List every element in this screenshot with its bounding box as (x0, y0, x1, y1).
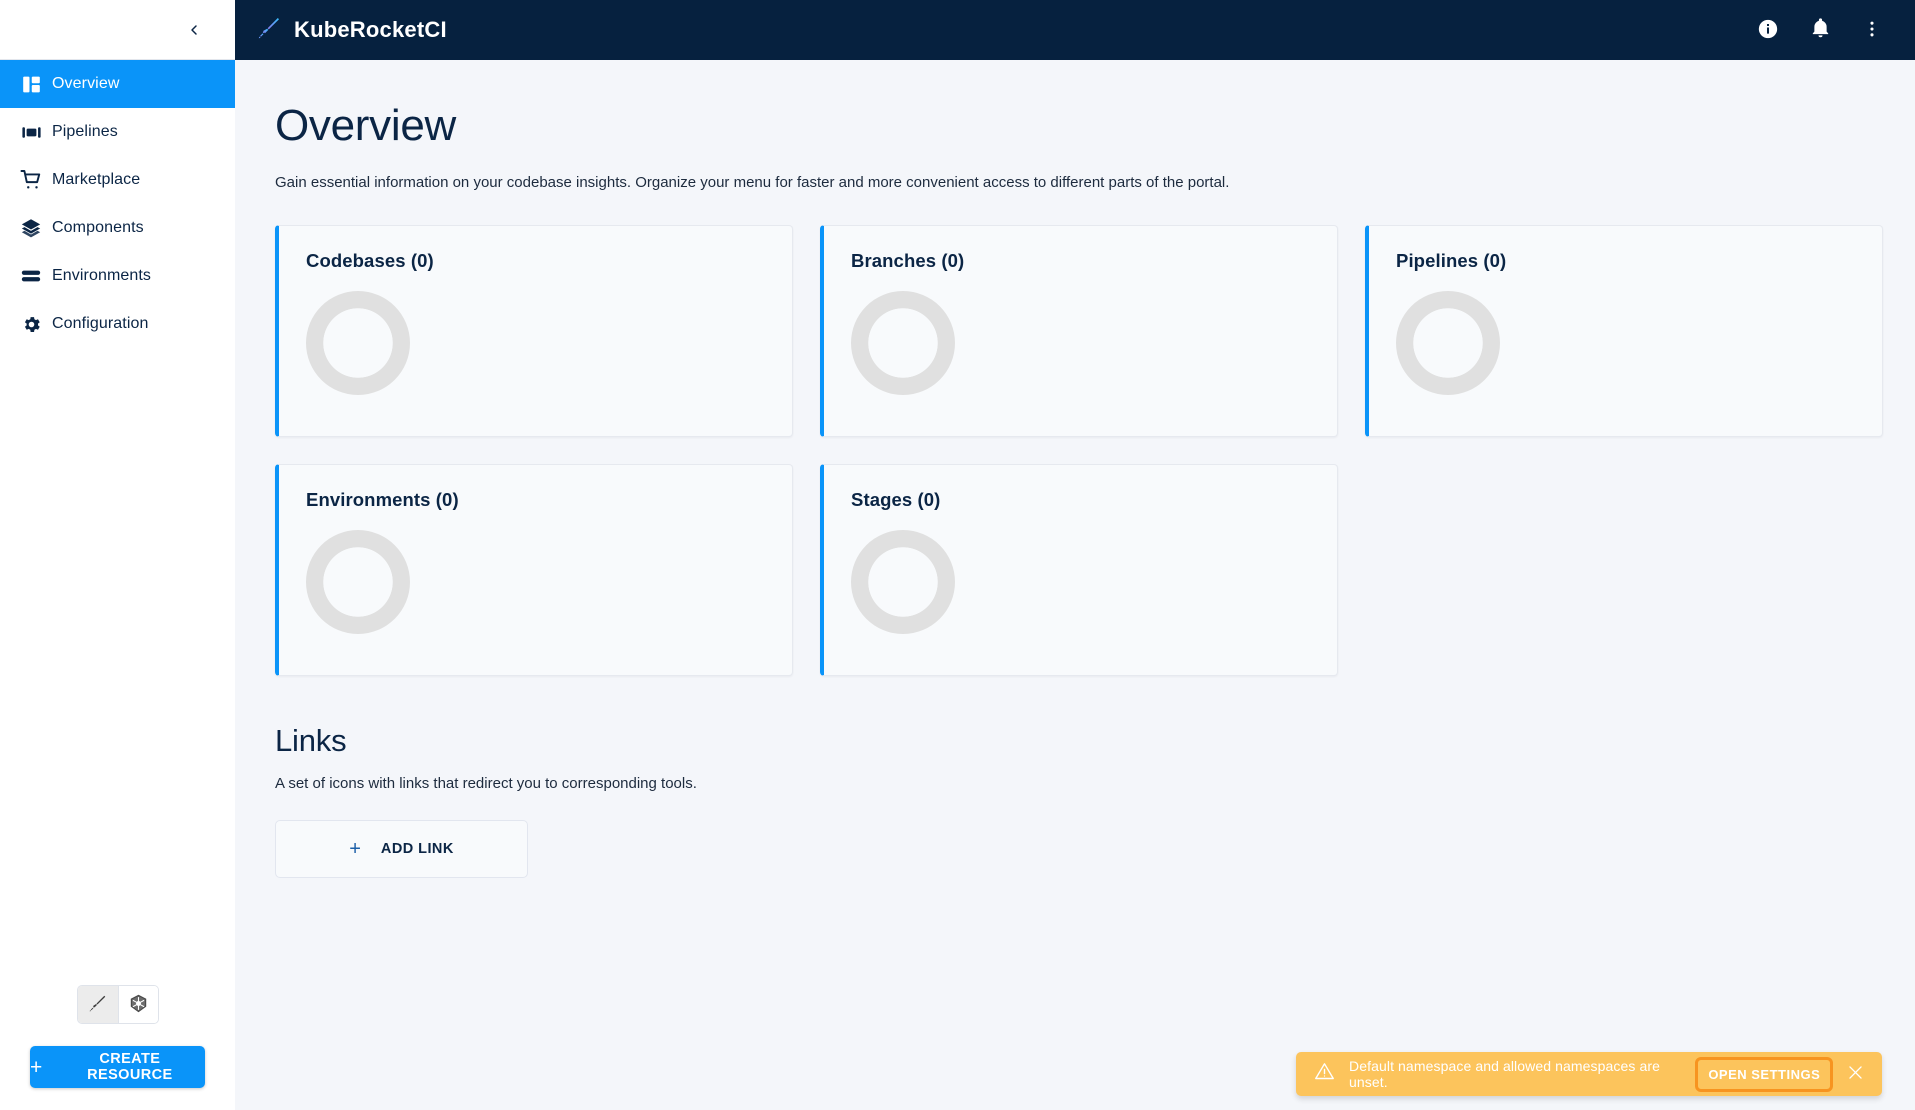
stat-card-title: Environments (0) (306, 489, 792, 511)
info-circle-icon (1757, 18, 1779, 43)
stat-card-title: Stages (0) (851, 489, 1337, 511)
stat-card-stages[interactable]: Stages (0) (820, 464, 1338, 676)
shopping-cart-icon (10, 169, 52, 191)
close-x-icon (1846, 1063, 1865, 1085)
stat-card-codebases[interactable]: Codebases (0) (275, 225, 793, 437)
notifications-button[interactable] (1807, 17, 1833, 43)
overview-cards-grid: Codebases (0) Branches (0) Pipelines (0)… (275, 225, 1883, 676)
sidebar-item-label: Environments (52, 267, 151, 285)
links-section-subtitle: A set of icons with links that redirect … (275, 775, 1915, 792)
right-column: KubeRocketCI (235, 0, 1915, 1110)
topbar: KubeRocketCI (235, 0, 1915, 60)
plus-icon: + (349, 839, 361, 859)
donut-chart-empty (306, 530, 410, 634)
sidebar-item-configuration[interactable]: Configuration (0, 300, 235, 348)
sidebar-nav: Overview Pipelines Marketplace Component… (0, 60, 235, 985)
brand[interactable]: KubeRocketCI (257, 16, 447, 45)
open-settings-button[interactable]: OPEN SETTINGS (1699, 1061, 1829, 1088)
stat-card-title: Branches (0) (851, 250, 1337, 272)
main-content: Overview Gain essential information on y… (235, 60, 1915, 1110)
kubernetes-icon (129, 994, 148, 1016)
layers-icon (10, 217, 52, 239)
cluster-toggle-group (77, 985, 159, 1024)
donut-chart-empty (306, 291, 410, 395)
gear-icon (10, 314, 52, 335)
stat-card-environments[interactable]: Environments (0) (275, 464, 793, 676)
donut-chart-empty (1396, 291, 1500, 395)
sidebar-collapse-button[interactable] (179, 15, 209, 45)
bell-icon (1810, 18, 1831, 42)
sidebar-item-overview[interactable]: Overview (0, 60, 235, 108)
info-button[interactable] (1755, 17, 1781, 43)
stat-card-title: Pipelines (0) (1396, 250, 1882, 272)
sidebar-item-label: Configuration (52, 315, 148, 333)
links-section: Links A set of icons with links that red… (275, 723, 1915, 878)
sidebar-item-components[interactable]: Components (0, 204, 235, 252)
sidebar-item-label: Overview (52, 75, 119, 93)
sidebar-footer: + CREATE RESOURCE (0, 985, 235, 1110)
page-subtitle: Gain essential information on your codeb… (275, 174, 1915, 191)
sidebar-item-label: Pipelines (52, 123, 118, 141)
krci-sword-icon (88, 994, 107, 1016)
create-resource-button[interactable]: + CREATE RESOURCE (30, 1046, 205, 1088)
sidebar-header (0, 0, 235, 60)
stat-card-title: Codebases (0) (306, 250, 792, 272)
plus-icon: + (30, 1057, 43, 1078)
krci-sword-toggle-button[interactable] (78, 986, 118, 1023)
chevron-left-icon (186, 22, 202, 38)
sidebar-item-environments[interactable]: Environments (0, 252, 235, 300)
kebab-menu-icon (1862, 19, 1882, 42)
donut-chart-empty (851, 530, 955, 634)
more-options-button[interactable] (1859, 17, 1885, 43)
donut-chart-empty (851, 291, 955, 395)
sidebar: Overview Pipelines Marketplace Component… (0, 0, 235, 1110)
stat-card-branches[interactable]: Branches (0) (820, 225, 1338, 437)
topbar-actions (1755, 17, 1885, 43)
sidebar-item-marketplace[interactable]: Marketplace (0, 156, 235, 204)
links-section-title: Links (275, 723, 1915, 759)
sidebar-item-pipelines[interactable]: Pipelines (0, 108, 235, 156)
snackbar-close-button[interactable] (1843, 1061, 1868, 1087)
page-title: Overview (275, 104, 1915, 148)
brand-name: KubeRocketCI (294, 17, 447, 43)
add-link-button[interactable]: + ADD LINK (275, 820, 528, 878)
warning-triangle-icon (1314, 1061, 1335, 1087)
add-link-label: ADD LINK (381, 841, 454, 857)
sidebar-item-label: Marketplace (52, 171, 140, 189)
rocket-sword-icon (257, 16, 281, 45)
dashboard-grid-icon (10, 74, 52, 95)
sidebar-item-label: Components (52, 219, 144, 237)
stat-card-pipelines[interactable]: Pipelines (0) (1365, 225, 1883, 437)
create-resource-label: CREATE RESOURCE (55, 1051, 205, 1083)
pipeline-icon (10, 122, 52, 143)
snackbar-message: Default namespace and allowed namespaces… (1349, 1058, 1685, 1090)
app-root: Overview Pipelines Marketplace Component… (0, 0, 1915, 1110)
namespace-warning-snackbar: Default namespace and allowed namespaces… (1296, 1052, 1882, 1096)
kubernetes-toggle-button[interactable] (118, 986, 158, 1023)
environments-icon (10, 265, 52, 287)
